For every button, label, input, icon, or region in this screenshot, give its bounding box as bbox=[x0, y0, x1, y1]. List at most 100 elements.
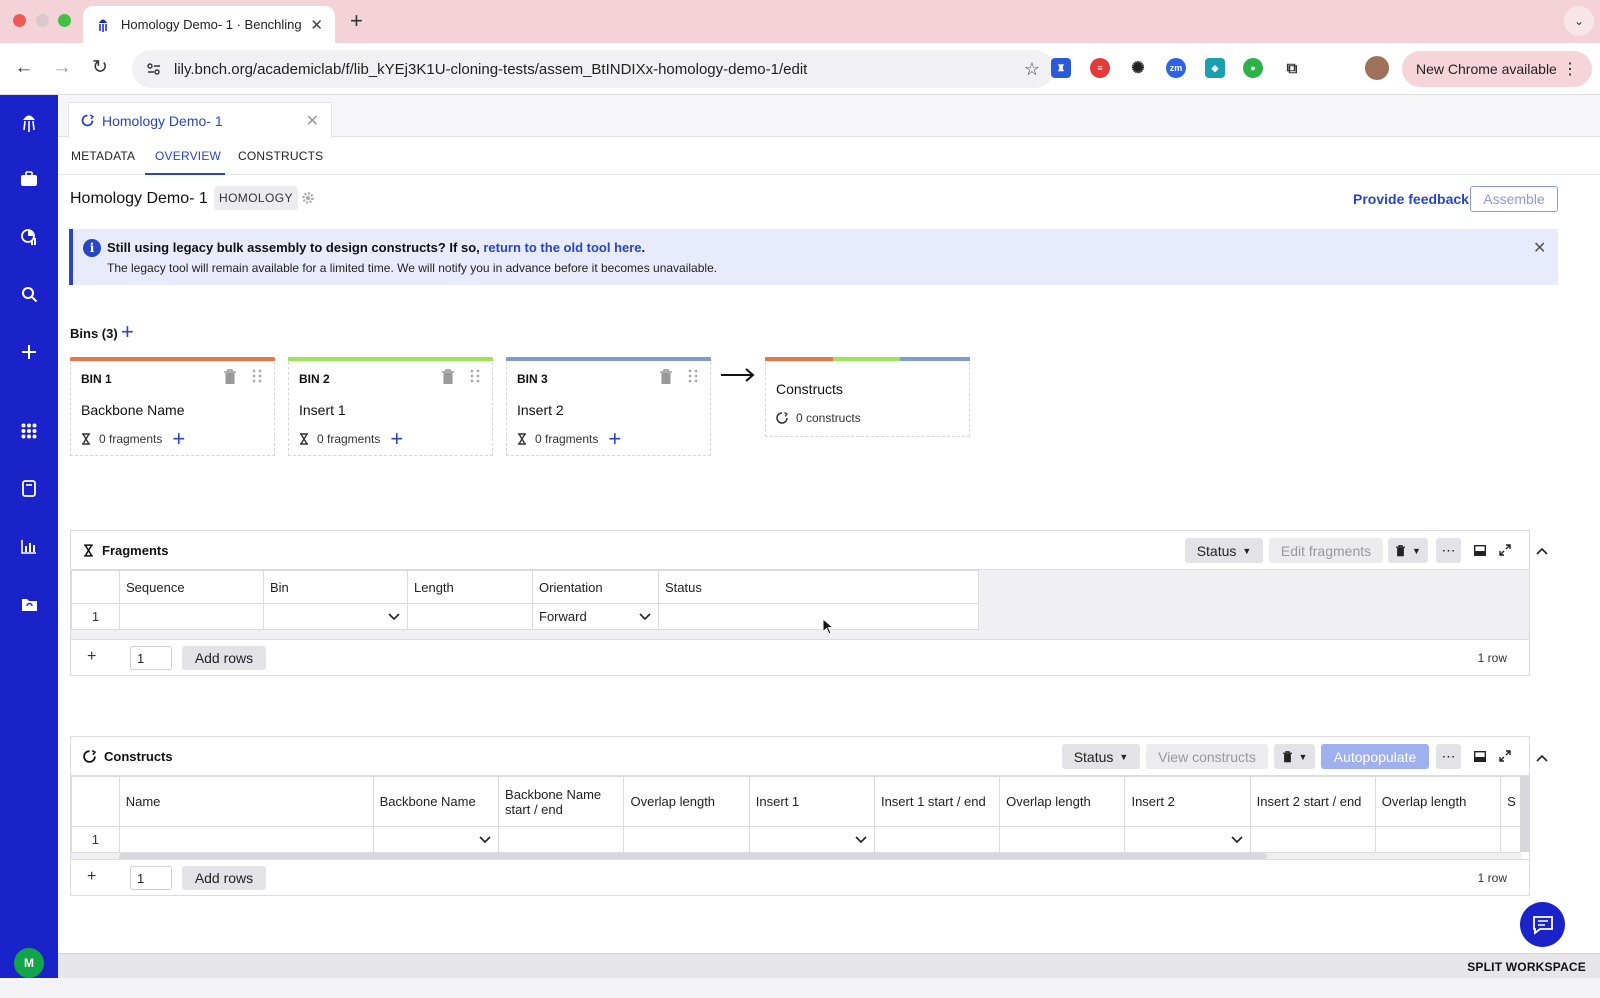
extensions-puzzle-icon[interactable]: ⧉ bbox=[1282, 58, 1302, 78]
red-extension-icon[interactable]: ≡ bbox=[1090, 58, 1110, 78]
column-header[interactable]: Backbone Name start / end bbox=[498, 776, 625, 827]
expand-icon[interactable] bbox=[1499, 750, 1511, 765]
view-constructs-button[interactable]: View constructs bbox=[1146, 744, 1268, 769]
trash-icon[interactable] bbox=[659, 369, 673, 388]
autopopulate-button[interactable]: Autopopulate bbox=[1321, 744, 1429, 769]
column-header[interactable]: Sequence bbox=[119, 570, 264, 604]
settings-gear-icon[interactable] bbox=[301, 191, 315, 208]
delete-dropdown-button[interactable]: ▼ bbox=[1274, 744, 1315, 769]
expand-icon[interactable] bbox=[1499, 544, 1511, 559]
browser-tab-active[interactable]: Homology Demo- 1 · Benchling ✕ bbox=[83, 6, 335, 43]
reload-icon[interactable]: ↻ bbox=[88, 57, 112, 79]
insert1-range-cell[interactable] bbox=[873, 826, 1001, 853]
tab-overview[interactable]: OVERVIEW bbox=[155, 149, 221, 163]
profile-avatar[interactable] bbox=[1365, 56, 1389, 80]
tab-metadata[interactable]: METADATA bbox=[71, 149, 135, 163]
vertical-scrollbar[interactable] bbox=[1520, 776, 1529, 852]
apps-grid-icon[interactable] bbox=[17, 419, 41, 443]
teal-extension-icon[interactable]: ◈ bbox=[1205, 58, 1225, 78]
old-tool-link[interactable]: return to the old tool here bbox=[483, 240, 641, 255]
chrome-menu-icon[interactable]: ⋮ bbox=[1562, 59, 1578, 79]
update-chrome-button[interactable]: New Chrome available ⋮ bbox=[1402, 51, 1592, 87]
dock-panel-icon[interactable] bbox=[1473, 750, 1487, 765]
green-extension-icon[interactable]: ● bbox=[1243, 58, 1263, 78]
bin-cell[interactable] bbox=[263, 603, 408, 630]
site-info-icon[interactable] bbox=[146, 61, 162, 77]
s-cell[interactable] bbox=[1500, 826, 1521, 853]
constructs-summary-card[interactable]: Constructs 0 constructs bbox=[765, 357, 970, 437]
document-tab-close-icon[interactable]: ✕ bbox=[306, 111, 319, 131]
column-header[interactable]: Name bbox=[118, 776, 374, 827]
add-bin-button[interactable]: + bbox=[121, 321, 134, 343]
collapse-constructs-icon[interactable] bbox=[1536, 749, 1548, 765]
column-header[interactable]: Overlap length bbox=[623, 776, 750, 827]
more-options-button[interactable]: ⋯ bbox=[1436, 744, 1461, 769]
insights-icon[interactable] bbox=[17, 225, 41, 249]
collapse-fragments-icon[interactable] bbox=[1536, 542, 1548, 558]
orientation-cell[interactable]: Forward bbox=[532, 603, 659, 630]
document-tab[interactable]: Homology Demo- 1 ✕ bbox=[68, 102, 332, 138]
add-fragment-button[interactable]: + bbox=[390, 428, 403, 450]
column-header[interactable]: Backbone Name bbox=[372, 776, 500, 827]
briefcase-icon[interactable] bbox=[17, 167, 41, 191]
status-cell[interactable] bbox=[658, 603, 979, 630]
fragments-status-dropdown[interactable]: Status ▼ bbox=[1185, 538, 1263, 563]
banner-close-icon[interactable]: ✕ bbox=[1533, 238, 1546, 258]
overlap-cell[interactable] bbox=[999, 826, 1126, 853]
provide-feedback-link[interactable]: Provide feedback bbox=[1353, 191, 1469, 207]
add-row-plus-icon[interactable]: + bbox=[87, 648, 96, 666]
add-rows-count-input[interactable]: 1 bbox=[130, 646, 172, 670]
benchling-extension-icon[interactable]: ♜ bbox=[1051, 58, 1071, 78]
trash-icon[interactable] bbox=[441, 369, 455, 388]
window-maximize-button[interactable] bbox=[58, 14, 71, 27]
gear-extension-icon[interactable]: ✺ bbox=[1128, 58, 1148, 78]
column-header[interactable]: Insert 1 start / end bbox=[873, 776, 1001, 827]
new-tab-button[interactable]: + bbox=[350, 8, 363, 34]
overlap-cell[interactable] bbox=[623, 826, 750, 853]
split-workspace-button[interactable]: SPLIT WORKSPACE bbox=[1467, 960, 1586, 974]
notebook-icon[interactable] bbox=[17, 476, 41, 500]
edit-fragments-button[interactable]: Edit fragments bbox=[1269, 538, 1383, 563]
add-rows-button[interactable]: Add rows bbox=[182, 866, 266, 890]
overlap-cell[interactable] bbox=[1374, 826, 1502, 853]
bin-card[interactable]: BIN 3 Insert 2 0 fragments + bbox=[506, 357, 711, 456]
column-header[interactable]: Orientation bbox=[532, 570, 659, 604]
column-header[interactable]: Insert 2 bbox=[1124, 776, 1251, 827]
column-header[interactable]: Status bbox=[658, 570, 979, 604]
analytics-chart-icon[interactable] bbox=[17, 534, 41, 558]
insert2-range-cell[interactable] bbox=[1249, 826, 1376, 853]
bookmark-star-icon[interactable]: ☆ bbox=[1024, 59, 1040, 80]
length-cell[interactable] bbox=[407, 603, 533, 630]
assemble-button[interactable]: Assemble bbox=[1470, 186, 1558, 212]
insert1-cell[interactable] bbox=[748, 826, 875, 853]
column-header[interactable]: Insert 2 start / end bbox=[1249, 776, 1376, 827]
column-header[interactable]: S bbox=[1500, 776, 1521, 827]
window-close-button[interactable] bbox=[13, 14, 26, 27]
create-plus-icon[interactable] bbox=[17, 340, 41, 364]
column-header[interactable]: Length bbox=[407, 570, 533, 604]
add-row-plus-icon[interactable]: + bbox=[87, 868, 96, 886]
sequence-cell[interactable] bbox=[119, 603, 264, 630]
add-rows-button[interactable]: Add rows bbox=[182, 646, 266, 670]
add-fragment-button[interactable]: + bbox=[608, 428, 621, 450]
column-header[interactable]: Overlap length bbox=[999, 776, 1126, 827]
column-header[interactable]: Insert 1 bbox=[748, 776, 875, 827]
zoom-extension-icon[interactable]: zm bbox=[1166, 58, 1186, 78]
chat-support-button[interactable] bbox=[1520, 902, 1565, 947]
benchling-logo-icon[interactable] bbox=[17, 110, 41, 134]
drag-handle-icon[interactable] bbox=[252, 369, 262, 386]
trash-icon[interactable] bbox=[223, 369, 237, 388]
add-fragment-button[interactable]: + bbox=[172, 428, 185, 450]
backbone-cell[interactable] bbox=[372, 826, 500, 853]
column-header[interactable]: Overlap length bbox=[1374, 776, 1502, 827]
user-avatar[interactable]: M bbox=[14, 948, 44, 978]
dock-panel-icon[interactable] bbox=[1473, 544, 1487, 559]
constructs-status-dropdown[interactable]: Status ▼ bbox=[1062, 744, 1140, 769]
tab-close-icon[interactable]: ✕ bbox=[310, 16, 323, 34]
search-icon[interactable] bbox=[17, 282, 41, 306]
column-header[interactable]: Bin bbox=[263, 570, 408, 604]
folder-sync-icon[interactable] bbox=[17, 592, 41, 616]
bin-card[interactable]: BIN 2 Insert 1 0 fragments + bbox=[288, 357, 493, 456]
window-minimize-button[interactable] bbox=[36, 14, 49, 27]
backbone-range-cell[interactable] bbox=[498, 826, 625, 853]
